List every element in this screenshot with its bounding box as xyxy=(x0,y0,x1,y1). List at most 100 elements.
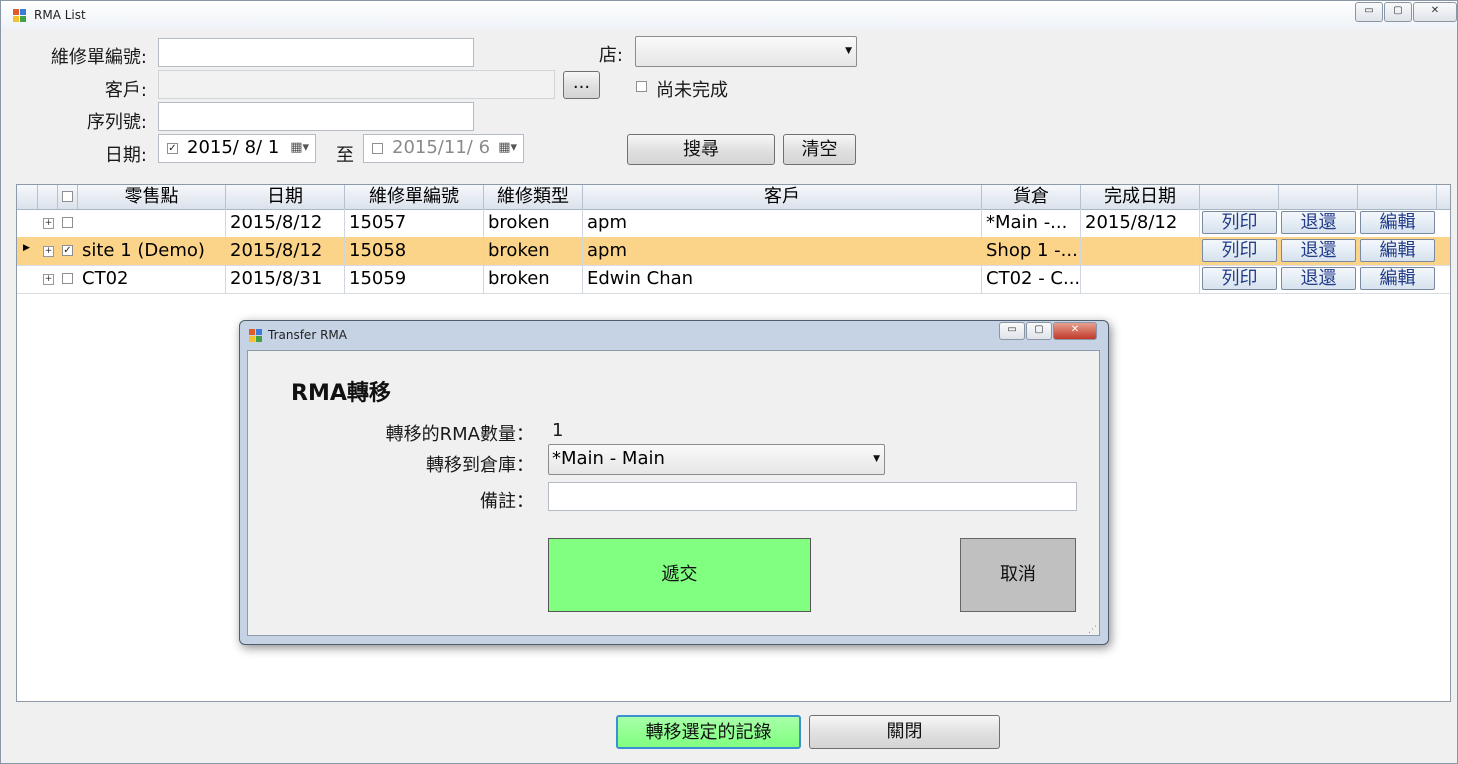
date-to-picker[interactable]: 2015/11/ 6 ▦▾ xyxy=(363,134,524,163)
return-button[interactable]: 退還 xyxy=(1281,267,1356,290)
expand-icon[interactable]: + xyxy=(43,246,54,257)
cell-date: 2015/8/31 xyxy=(226,265,345,293)
remark-label: 備註： xyxy=(480,491,534,512)
close-window-button[interactable]: ✕ xyxy=(1413,2,1457,22)
count-value: 1 xyxy=(552,420,564,441)
minimize-button[interactable]: ▭ xyxy=(999,322,1025,340)
minimize-button[interactable]: ▭ xyxy=(1355,2,1383,22)
select-all-checkbox[interactable] xyxy=(62,191,73,202)
date-to-value: 2015/11/ 6 xyxy=(392,137,491,158)
edit-button[interactable]: 編輯 xyxy=(1360,267,1435,290)
cell-customer: apm xyxy=(583,237,982,265)
cancel-button[interactable]: 取消 xyxy=(960,538,1076,612)
rma-no-input[interactable] xyxy=(158,38,474,67)
print-button[interactable]: 列印 xyxy=(1202,211,1277,234)
cell-type: broken xyxy=(484,209,583,237)
header-select-all[interactable] xyxy=(58,185,78,209)
date-from-checkbox[interactable]: ✓ xyxy=(167,143,178,154)
edit-button[interactable]: 編輯 xyxy=(1360,211,1435,234)
cell-date: 2015/8/12 xyxy=(226,237,345,265)
clear-button[interactable]: 清空 xyxy=(783,134,856,165)
cell-warehouse: *Main -... xyxy=(982,209,1081,237)
target-warehouse-select[interactable]: *Main - Main ▼ xyxy=(548,444,885,475)
cell-type: broken xyxy=(484,265,583,293)
incomplete-label: 尚未完成 xyxy=(656,80,728,101)
row-checkbox[interactable]: ✓ xyxy=(62,245,73,256)
dialog-title: Transfer RMA xyxy=(268,328,347,342)
window-title: RMA List xyxy=(34,8,86,22)
cell-warehouse: Shop 1 -... xyxy=(982,237,1081,265)
count-label: 轉移的RMA數量： xyxy=(385,424,534,445)
remark-input[interactable] xyxy=(548,482,1077,511)
return-button[interactable]: 退還 xyxy=(1281,211,1356,234)
expand-icon[interactable]: + xyxy=(43,274,54,285)
cell-done-date: 2015/8/12 xyxy=(1081,209,1200,237)
return-button[interactable]: 退還 xyxy=(1281,239,1356,262)
store-label: 店: xyxy=(598,45,623,66)
cell-type: broken xyxy=(484,237,583,265)
target-warehouse-label: 轉移到倉庫： xyxy=(426,455,534,476)
header-done-date[interactable]: 完成日期 xyxy=(1081,185,1200,209)
table-row[interactable]: ▶ + ✓ site 1 (Demo) 2015/8/12 15058 brok… xyxy=(17,237,1450,266)
date-to-checkbox[interactable] xyxy=(372,143,383,154)
cell-date: 2015/8/12 xyxy=(226,209,345,237)
calendar-icon[interactable]: ▦▾ xyxy=(290,135,309,161)
app-icon xyxy=(249,329,262,342)
row-checkbox[interactable] xyxy=(62,273,73,284)
customer-input xyxy=(158,70,555,99)
rma-no-label: 維修單編號: xyxy=(50,47,147,68)
chevron-down-icon: ▼ xyxy=(845,46,852,56)
header-row-indicator xyxy=(17,185,38,209)
calendar-icon[interactable]: ▦▾ xyxy=(498,135,517,161)
header-date[interactable]: 日期 xyxy=(226,185,345,209)
serial-label: 序列號: xyxy=(86,112,147,133)
table-row[interactable]: + CT02 2015/8/31 15059 broken Edwin Chan… xyxy=(17,265,1450,294)
maximize-button[interactable]: ▢ xyxy=(1384,2,1412,22)
header-warehouse[interactable]: 貨倉 xyxy=(982,185,1081,209)
table-row[interactable]: + 2015/8/12 15057 broken apm *Main -... … xyxy=(17,209,1450,238)
edit-button[interactable]: 編輯 xyxy=(1360,239,1435,262)
chevron-down-icon: ▼ xyxy=(873,454,880,464)
incomplete-checkbox[interactable] xyxy=(636,81,647,92)
header-print xyxy=(1200,185,1279,209)
app-icon xyxy=(13,9,26,22)
print-button[interactable]: 列印 xyxy=(1202,239,1277,262)
header-expand xyxy=(38,185,58,209)
cell-done-date xyxy=(1081,237,1200,265)
header-type[interactable]: 維修類型 xyxy=(484,185,583,209)
header-edit xyxy=(1358,185,1437,209)
cell-store xyxy=(78,209,226,237)
resize-grip-icon[interactable]: ⋰ xyxy=(1088,625,1097,635)
row-checkbox[interactable] xyxy=(62,217,73,228)
caption-buttons: ▭ ▢ ✕ xyxy=(1354,2,1457,22)
expand-icon[interactable]: + xyxy=(43,218,54,229)
customer-browse-button[interactable]: ... xyxy=(563,71,600,99)
cell-customer: Edwin Chan xyxy=(583,265,982,293)
cell-rma-no: 15059 xyxy=(345,265,484,293)
store-select[interactable]: ▼ xyxy=(635,36,857,67)
date-from-picker[interactable]: ✓ 2015/ 8/ 1 ▦▾ xyxy=(158,134,316,163)
header-store[interactable]: 零售點 xyxy=(78,185,226,209)
current-row-icon: ▶ xyxy=(23,243,30,253)
dialog-heading: RMA轉移 xyxy=(291,381,391,406)
cell-store: site 1 (Demo) xyxy=(78,237,226,265)
serial-input[interactable] xyxy=(158,102,474,131)
print-button[interactable]: 列印 xyxy=(1202,267,1277,290)
cell-done-date xyxy=(1081,265,1200,293)
header-customer[interactable]: 客戶 xyxy=(583,185,982,209)
close-dialog-button[interactable]: ✕ xyxy=(1053,322,1097,340)
target-warehouse-value: *Main - Main xyxy=(552,448,665,469)
search-button[interactable]: 搜尋 xyxy=(627,134,775,165)
dialog-body: RMA轉移 轉移的RMA數量： 1 轉移到倉庫： *Main - Main ▼ … xyxy=(247,350,1100,636)
transfer-selected-button[interactable]: 轉移選定的記錄 xyxy=(616,715,801,749)
close-button[interactable]: 關閉 xyxy=(809,715,1000,749)
cell-store: CT02 xyxy=(78,265,226,293)
dialog-caption-buttons: ▭ ▢ ✕ xyxy=(998,322,1097,340)
header-rma-no[interactable]: 維修單編號 xyxy=(345,185,484,209)
date-label: 日期: xyxy=(104,145,147,166)
title-bar: RMA List ▭ ▢ ✕ xyxy=(1,1,1457,29)
customer-label: 客戶: xyxy=(104,80,147,101)
cell-customer: apm xyxy=(583,209,982,237)
submit-button[interactable]: 遞交 xyxy=(548,538,811,612)
maximize-button[interactable]: ▢ xyxy=(1026,322,1052,340)
